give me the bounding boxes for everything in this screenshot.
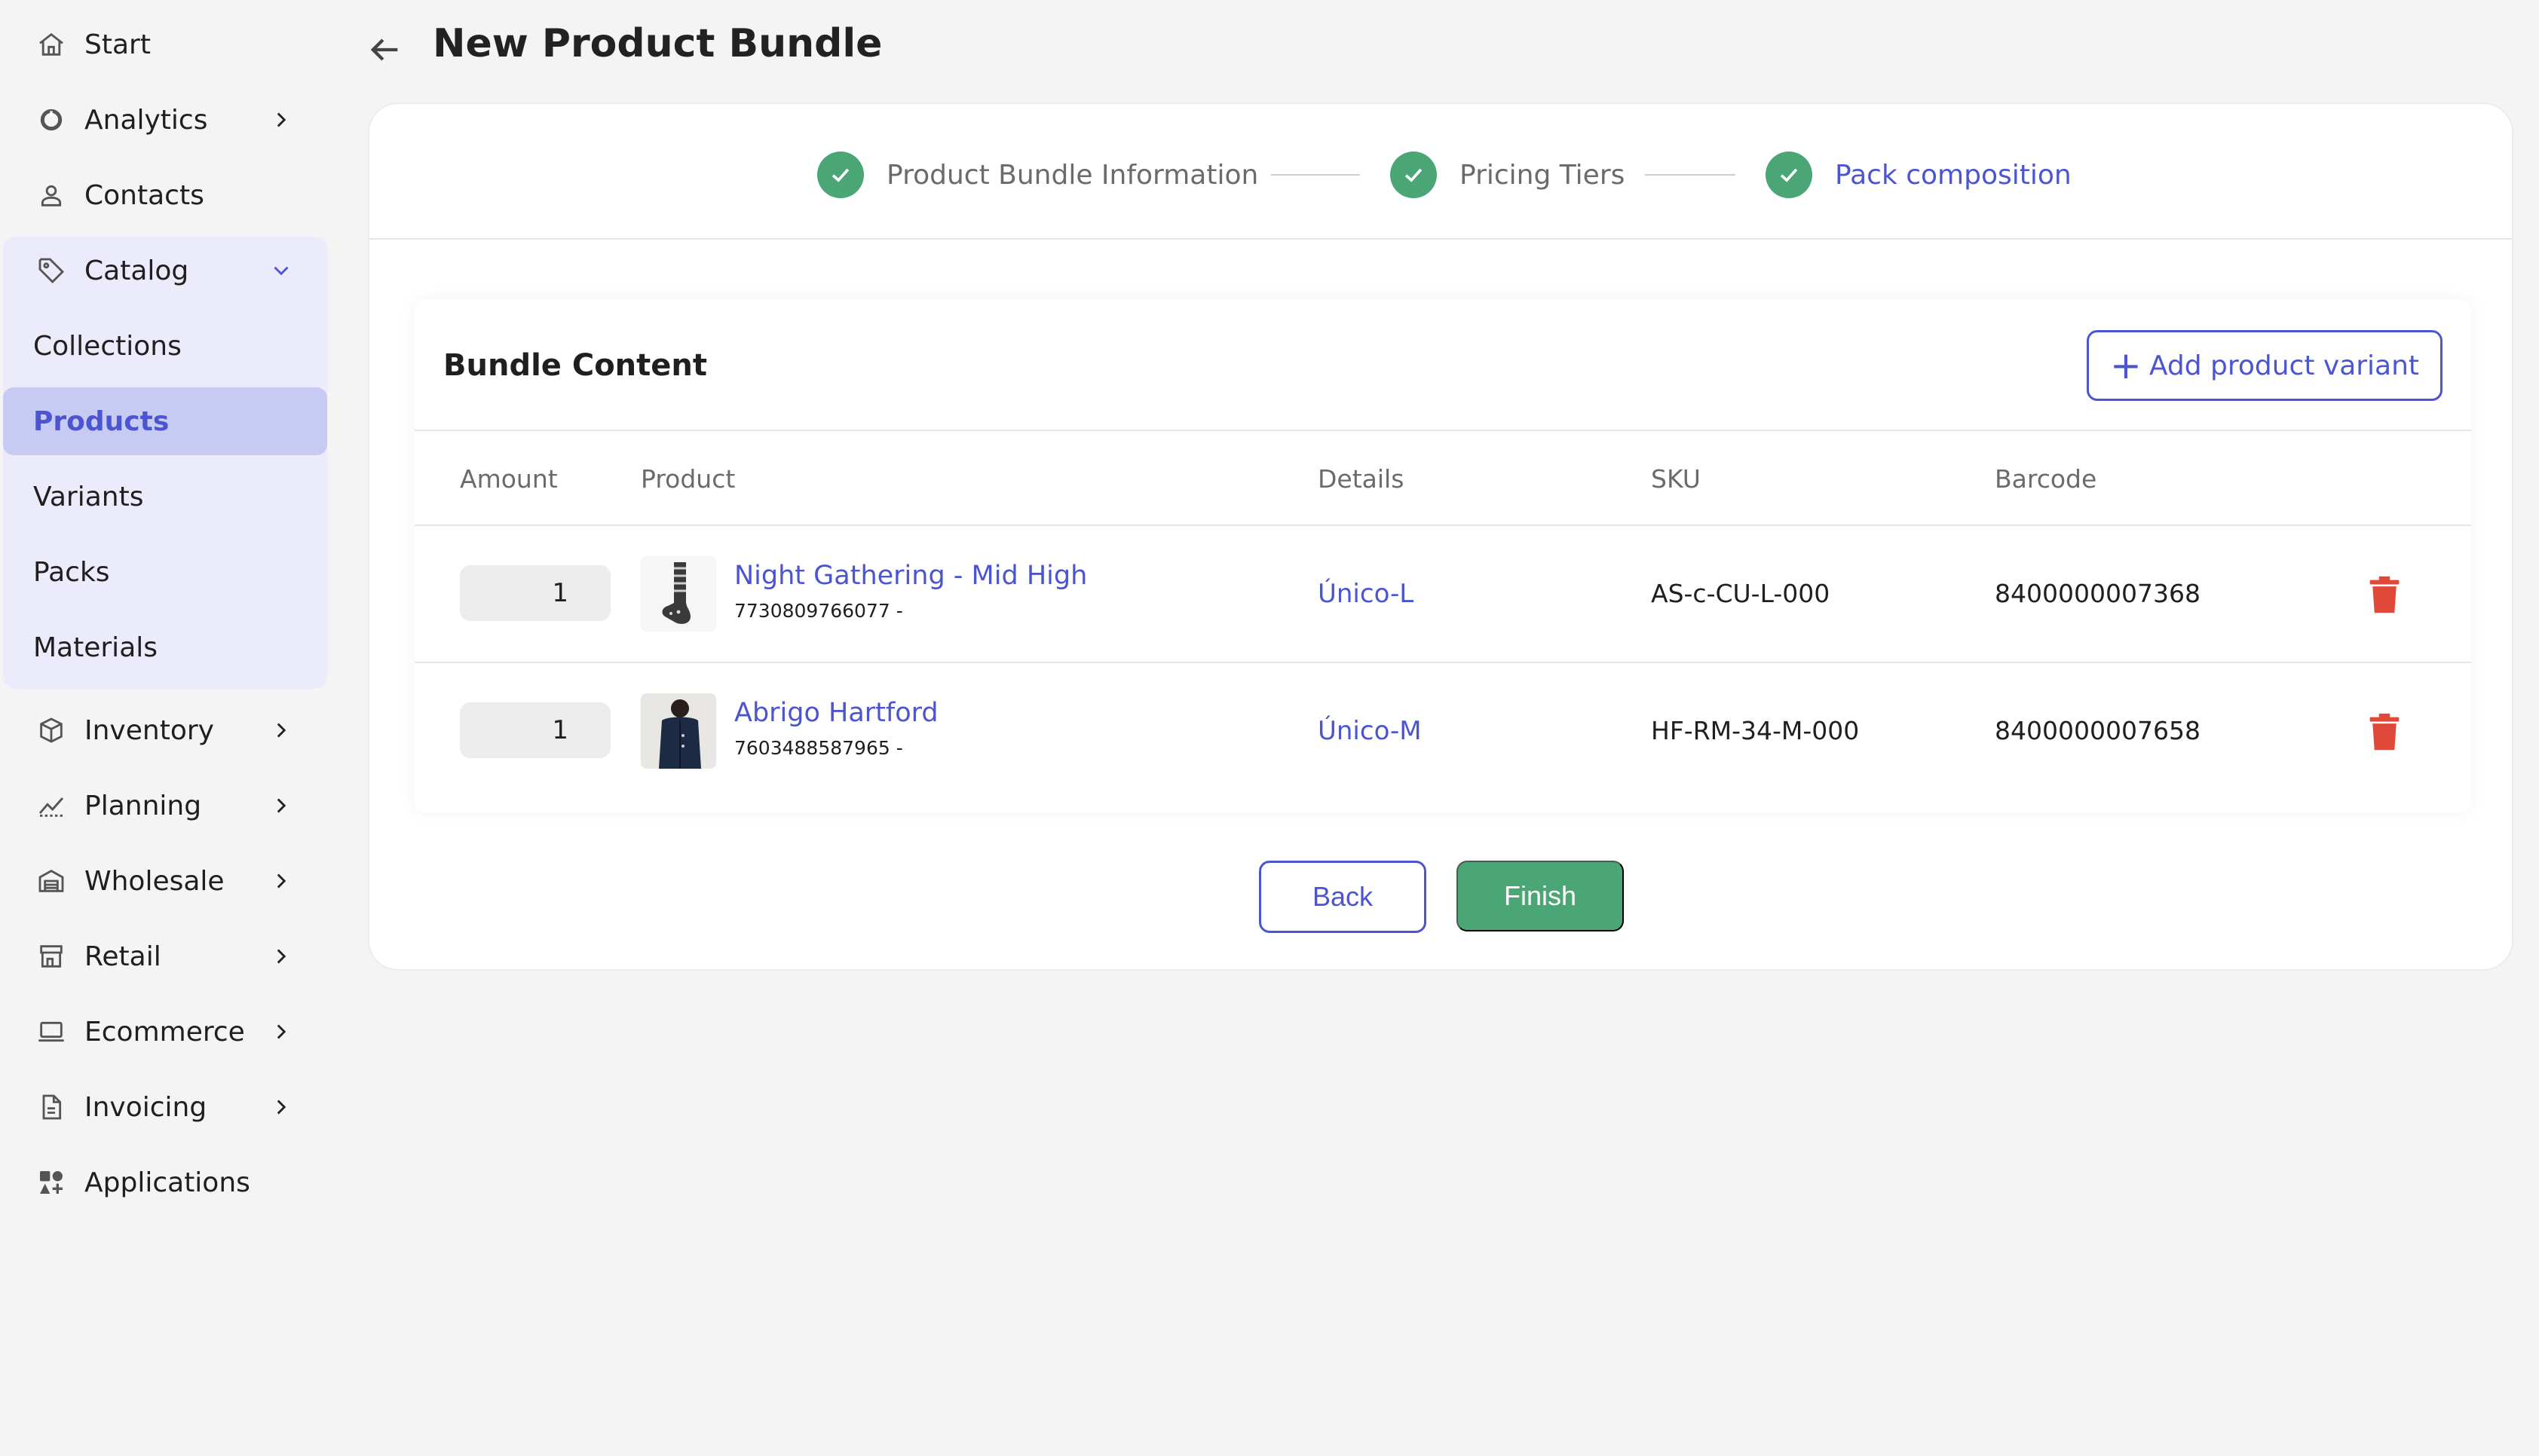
chevron-down-icon: [274, 266, 289, 276]
sidebar-item-label: Variants: [33, 481, 144, 512]
table-header: Amount Product Details SKU Barcode: [415, 430, 2471, 526]
store-icon: [35, 940, 68, 973]
sidebar-item-inventory[interactable]: Inventory: [3, 696, 327, 764]
box-icon: [35, 714, 68, 747]
step-label: Product Bundle Information: [887, 159, 1259, 191]
sidebar-item-label: Invoicing: [84, 1091, 207, 1123]
sidebar-item-label: Wholesale: [84, 865, 225, 897]
add-product-variant-button[interactable]: + Add product variant: [2087, 330, 2443, 401]
document-icon: [35, 1090, 68, 1124]
column-header-barcode: Barcode: [1995, 464, 2097, 494]
apps-icon: [35, 1166, 68, 1199]
stepper: Product Bundle Information Pricing Tiers…: [369, 104, 2512, 240]
sidebar-item-products[interactable]: Products: [3, 387, 327, 455]
bundle-form-card: Product Bundle Information Pricing Tiers…: [368, 102, 2513, 971]
sidebar-item-label: Catalog: [84, 255, 189, 286]
sidebar-item-label: Packs: [33, 556, 110, 588]
sidebar-item-retail[interactable]: Retail: [3, 922, 327, 990]
amount-input[interactable]: 1: [460, 702, 611, 758]
check-circle-icon: [1766, 151, 1812, 198]
product-thumbnail-coat: [641, 693, 716, 769]
chevron-right-icon: [277, 723, 286, 738]
check-circle-icon: [817, 151, 864, 198]
amount-input[interactable]: 1: [460, 565, 611, 621]
chevron-right-icon: [277, 1024, 286, 1039]
sidebar-item-label: Retail: [84, 941, 161, 972]
page-title: New Product Bundle: [433, 21, 883, 66]
sidebar-item-packs[interactable]: Packs: [3, 538, 327, 606]
sidebar-item-variants[interactable]: Variants: [3, 463, 327, 531]
product-link[interactable]: Abrigo Hartford: [734, 698, 939, 728]
step-label: Pricing Tiers: [1459, 159, 1625, 191]
sidebar-item-label: Start: [84, 29, 151, 60]
chevron-right-icon: [277, 949, 286, 964]
warehouse-icon: [35, 864, 68, 898]
sidebar-item-label: Inventory: [84, 714, 214, 746]
chevron-right-icon: [277, 798, 286, 813]
chevron-right-icon: [277, 873, 286, 889]
product-code: 7603488587965 -: [734, 737, 903, 759]
sidebar-item-analytics[interactable]: Analytics: [3, 86, 327, 154]
step-connector: [1271, 174, 1360, 176]
step-pricing-tiers[interactable]: Pricing Tiers: [1390, 151, 1625, 199]
step-product-bundle-information[interactable]: Product Bundle Information: [817, 151, 1258, 199]
column-header-sku: SKU: [1651, 464, 1701, 494]
laptop-icon: [35, 1015, 68, 1048]
sidebar-item-collections[interactable]: Collections: [3, 312, 327, 380]
sidebar-item-label: Analytics: [84, 104, 208, 136]
sidebar-item-label: Collections: [33, 330, 182, 362]
barcode-value: 8400000007658: [1995, 716, 2201, 745]
step-label: Pack composition: [1835, 159, 2072, 191]
sidebar-item-materials[interactable]: Materials: [3, 613, 327, 681]
sidebar-item-label: Products: [33, 405, 170, 437]
check-circle-icon: [1390, 151, 1437, 198]
plus-icon: +: [2109, 344, 2142, 387]
chart-pie-icon: [35, 103, 68, 136]
add-product-variant-label: Add product variant: [2149, 350, 2420, 381]
delete-trash-icon[interactable]: [2363, 573, 2406, 616]
home-icon: [35, 28, 68, 61]
step-connector: [1645, 174, 1735, 176]
sidebar-item-ecommerce[interactable]: Ecommerce: [3, 998, 327, 1066]
user-icon: [35, 179, 68, 212]
sidebar-item-catalog[interactable]: Catalog: [3, 237, 327, 304]
product-link[interactable]: Night Gathering - Mid High: [734, 561, 1087, 591]
product-thumbnail-sock: [641, 556, 716, 632]
sku-value: AS-c-CU-L-000: [1651, 579, 1830, 608]
finish-button[interactable]: Finish: [1456, 861, 1624, 931]
sidebar-item-label: Materials: [33, 632, 158, 663]
panel-title: Bundle Content: [443, 348, 707, 383]
variant-details-link[interactable]: Único-L: [1318, 579, 1413, 609]
variant-details-link[interactable]: Único-M: [1318, 716, 1422, 746]
column-header-amount: Amount: [460, 464, 558, 494]
step-pack-composition[interactable]: Pack composition: [1766, 151, 2072, 199]
sidebar-item-label: Ecommerce: [84, 1016, 245, 1048]
column-header-product: Product: [641, 464, 736, 494]
sidebar-item-contacts[interactable]: Contacts: [3, 161, 327, 229]
bundle-content-panel: Bundle Content + Add product variant Amo…: [415, 300, 2471, 812]
trend-icon: [35, 789, 68, 822]
chevron-right-icon: [277, 112, 286, 127]
sidebar-item-applications[interactable]: Applications: [3, 1149, 327, 1216]
back-button[interactable]: Back: [1259, 861, 1426, 933]
sidebar-item-label: Contacts: [84, 179, 204, 211]
back-arrow-icon[interactable]: [365, 30, 404, 69]
barcode-value: 8400000007368: [1995, 579, 2201, 608]
sidebar-item-planning[interactable]: Planning: [3, 772, 327, 840]
sidebar-item-label: Planning: [84, 790, 202, 821]
chevron-right-icon: [277, 1100, 286, 1115]
product-code: 7730809766077 -: [734, 600, 903, 622]
sidebar-item-label: Applications: [84, 1167, 250, 1198]
sidebar: Start Analytics Contacts Catalog Collect…: [0, 0, 332, 1456]
sku-value: HF-RM-34-M-000: [1651, 716, 1860, 745]
table-row: 1 Night Gathering - Mid High 77308097660…: [415, 526, 2471, 663]
table-row: 1 Abrigo Hartford 7603488587965 - Único-…: [415, 663, 2471, 800]
delete-trash-icon[interactable]: [2363, 710, 2406, 754]
sidebar-item-wholesale[interactable]: Wholesale: [3, 847, 327, 915]
tag-icon: [35, 254, 68, 287]
sidebar-item-invoicing[interactable]: Invoicing: [3, 1073, 327, 1141]
sidebar-item-start[interactable]: Start: [3, 11, 327, 78]
column-header-details: Details: [1318, 464, 1404, 494]
